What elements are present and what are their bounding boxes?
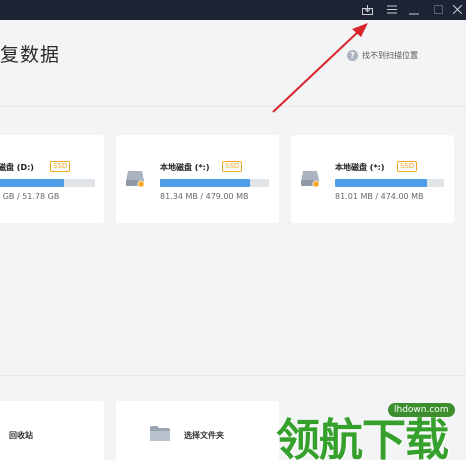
usage-bar-fill: [160, 179, 251, 187]
minimize-icon[interactable]: [403, 0, 425, 20]
drive-name: 本地磁盘 (*:): [160, 163, 210, 172]
usage-bar-fill: [0, 179, 64, 187]
drive-card-3[interactable]: 本地磁盘 (*:) SSD 81.01 MB / 474.00 MB: [291, 135, 454, 223]
drive-name: 本地磁盘 (*:): [335, 163, 385, 172]
drive-name: 地磁盘 (D:): [0, 163, 34, 172]
page-title: 复数据: [0, 44, 61, 66]
drive-card-d[interactable]: 地磁盘 (D:) SSD 27 GB / 51.78 GB: [0, 135, 104, 223]
folder-icon: [150, 426, 170, 441]
help-icon: ?: [347, 50, 358, 61]
hard-disk-icon: [126, 171, 145, 188]
usage-bar: [0, 179, 95, 187]
ssd-badge: SSD: [397, 161, 418, 172]
close-icon[interactable]: [446, 0, 466, 20]
select-folder-card[interactable]: 选择文件夹: [116, 401, 279, 460]
watermark-site: lhdown.com: [388, 403, 455, 417]
section-divider: [0, 106, 466, 107]
select-folder-label: 选择文件夹: [184, 431, 224, 440]
download-icon[interactable]: [356, 0, 378, 20]
ssd-badge: SSD: [50, 161, 71, 172]
ssd-badge: SSD: [222, 161, 243, 172]
drive-size: 81.34 MB / 479.00 MB: [160, 192, 249, 201]
help-text: 找不到扫描位置: [362, 51, 418, 60]
drive-size: 27 GB / 51.78 GB: [0, 192, 60, 201]
hard-disk-icon: [301, 171, 320, 188]
recycle-bin-card[interactable]: 回收站: [0, 401, 104, 460]
section-divider: [0, 375, 466, 376]
usage-bar: [160, 179, 269, 187]
drive-card-2[interactable]: 本地磁盘 (*:) SSD 81.34 MB / 479.00 MB: [116, 135, 279, 223]
title-bar: [0, 0, 466, 20]
annotation-arrow: [272, 23, 368, 113]
menu-icon[interactable]: [381, 0, 403, 20]
usage-bar: [335, 179, 444, 187]
scan-location-help-link[interactable]: ? 找不到扫描位置: [347, 50, 418, 61]
usage-bar-fill: [335, 179, 427, 187]
drive-size: 81.01 MB / 474.00 MB: [335, 192, 424, 201]
recycle-bin-label: 回收站: [9, 431, 33, 440]
